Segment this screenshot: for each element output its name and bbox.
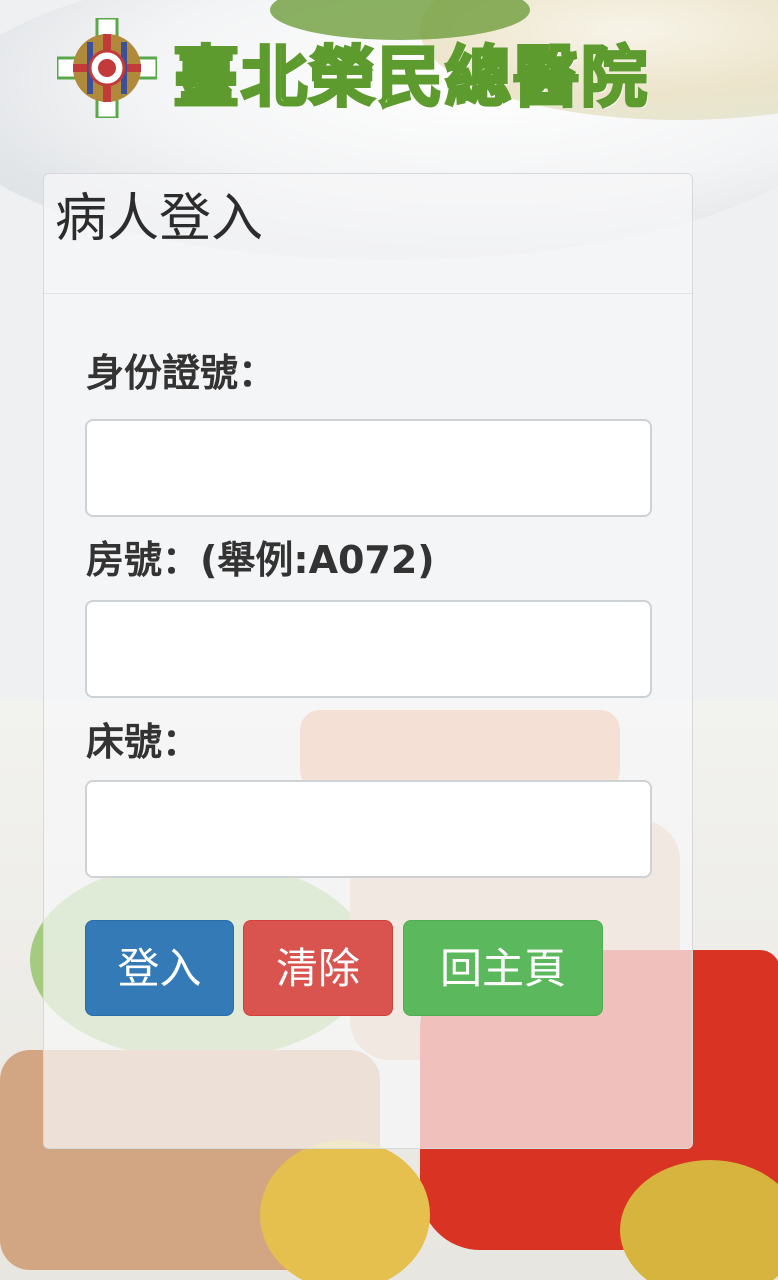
home-button[interactable]: 回主頁 — [403, 920, 603, 1016]
bed-number-label: 床號： — [86, 720, 201, 764]
room-number-label: 房號：(舉例:A072) — [86, 538, 435, 582]
clear-button[interactable]: 清除 — [243, 920, 393, 1016]
site-header: 臺北榮民總醫院 — [0, 0, 778, 130]
bed-number-input[interactable] — [85, 780, 652, 878]
room-number-input[interactable] — [85, 600, 652, 698]
hospital-emblem-icon — [55, 16, 159, 120]
page-title: 病人登入 — [55, 189, 264, 249]
login-panel: 病人登入 身份證號： 房號：(舉例:A072) 床號： 登入 清除 回主頁 — [43, 173, 693, 1149]
login-button[interactable]: 登入 — [85, 920, 234, 1016]
id-number-input[interactable] — [85, 419, 652, 517]
panel-heading: 病人登入 — [44, 174, 692, 294]
id-number-label: 身份證號： — [86, 351, 277, 395]
hospital-name: 臺北榮民總醫院 — [172, 37, 649, 118]
